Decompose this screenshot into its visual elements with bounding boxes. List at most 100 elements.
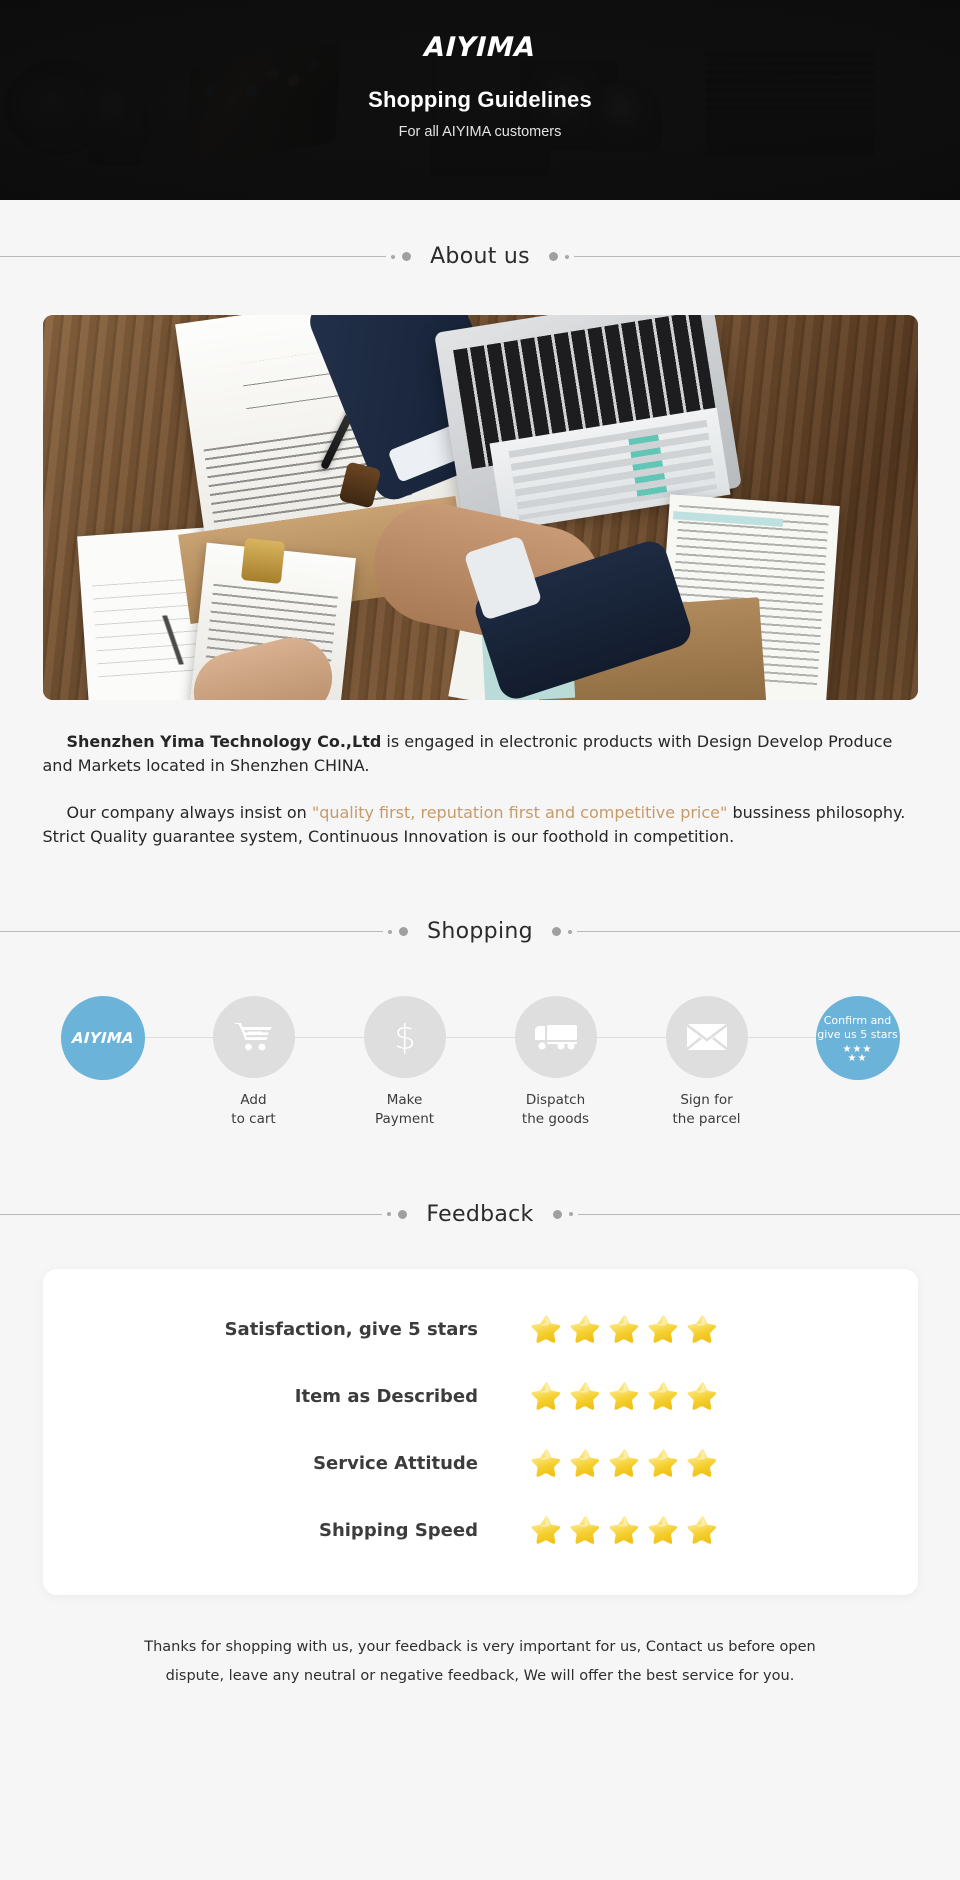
footer-line-1: Thanks for shopping with us, your feedba… xyxy=(144,1638,816,1655)
feedback-star-rating xyxy=(530,1313,760,1346)
star-icon xyxy=(648,1381,678,1410)
step-dispatch: Dispatch the goods xyxy=(496,996,616,1129)
hero-title: Shopping Guidelines xyxy=(368,87,592,112)
feedback-section-header: Feedback xyxy=(0,1202,960,1227)
hero-banner: AIYIMA Shopping Guidelines For all AIYIM… xyxy=(0,0,960,200)
divider-line-left xyxy=(0,931,384,933)
shopping-title: Shopping xyxy=(427,919,533,945)
step-cart-circle xyxy=(212,996,295,1079)
star-icon xyxy=(687,1381,717,1410)
star-icon xyxy=(531,1515,561,1544)
shopping-section-header: Shopping xyxy=(0,919,960,944)
star-icon xyxy=(570,1381,600,1410)
divider-dot-small-right xyxy=(564,254,569,259)
feedback-star-rating xyxy=(530,1514,760,1547)
philosophy-quote: "quality first, reputation first and com… xyxy=(311,802,728,822)
star-icon xyxy=(531,1314,561,1343)
delivery-truck-icon xyxy=(534,1025,577,1050)
five-stars-icon: ★★★ ★★ xyxy=(817,1044,898,1064)
gold-clip-icon xyxy=(240,538,285,584)
divider-dot-large-left xyxy=(398,1209,408,1219)
about-paragraph-1: Shenzhen Yima Technology Co.,Ltd is enga… xyxy=(43,730,918,779)
divider-dot-small-left xyxy=(387,1212,392,1217)
feedback-card: Satisfaction, give 5 stars Item as Descr… xyxy=(42,1268,918,1595)
divider-dot-large-left xyxy=(399,927,409,937)
dollar-sign-icon: $ xyxy=(394,1018,416,1058)
footer-note: Thanks for shopping with us, your feedba… xyxy=(43,1633,918,1727)
shopping-cart-icon xyxy=(234,1023,272,1051)
star-icon xyxy=(570,1448,600,1477)
confirm-line-2: give us 5 stars xyxy=(817,1027,898,1041)
star-icon xyxy=(570,1314,600,1343)
divider-line-right xyxy=(577,1213,960,1215)
star-icon xyxy=(609,1381,639,1410)
step-confirm-circle: Confirm and give us 5 stars ★★★ ★★ xyxy=(815,996,900,1081)
feedback-label: Service Attitude xyxy=(313,1452,478,1474)
step-cart-label: Add to cart xyxy=(231,1092,276,1128)
step-make-payment: $ Make Payment xyxy=(345,996,465,1129)
star-icon xyxy=(687,1448,717,1477)
about-hero-photo xyxy=(42,315,918,700)
star-icon xyxy=(531,1448,561,1477)
feedback-row: Shipping Speed xyxy=(43,1514,918,1547)
star-icon xyxy=(648,1448,678,1477)
star-icon xyxy=(687,1515,717,1544)
feedback-section: Feedback Satisfaction, give 5 stars Item… xyxy=(0,1130,960,1595)
step-payment-circle: $ xyxy=(363,996,446,1079)
feedback-label: Shipping Speed xyxy=(318,1519,478,1541)
about-title: About us xyxy=(430,244,530,269)
aiyima-logo-icon: AIYIMA xyxy=(71,1029,134,1048)
step-confirm-rating: Confirm and give us 5 stars ★★★ ★★ xyxy=(798,996,918,1081)
divider-dot-small-right xyxy=(568,1212,573,1217)
about-paragraph-2: Our company always insist on "quality fi… xyxy=(43,801,918,850)
feedback-title: Feedback xyxy=(426,1201,534,1227)
star-icon xyxy=(609,1448,639,1477)
hero-subtitle: For all AIYIMA customers xyxy=(398,124,562,140)
divider-dot-large-right xyxy=(548,252,558,261)
star-icon xyxy=(609,1314,639,1343)
feedback-row: Satisfaction, give 5 stars xyxy=(43,1313,918,1346)
confirm-line-1: Confirm and xyxy=(823,1013,892,1027)
step-sign-label: Sign for the parcel xyxy=(672,1092,741,1128)
star-icon xyxy=(648,1314,678,1343)
divider-dot-large-right xyxy=(552,1209,562,1219)
shopping-section: Shopping AIYIMA Add to cart $ Make Payme… xyxy=(0,849,960,1129)
shopping-steps: AIYIMA Add to cart $ Make Payment Dispat… xyxy=(43,996,918,1129)
step-dispatch-label: Dispatch the goods xyxy=(521,1092,590,1128)
svg-text:$: $ xyxy=(394,1018,416,1058)
star-icon xyxy=(609,1515,639,1544)
envelope-icon xyxy=(685,1024,728,1051)
feedback-label: Satisfaction, give 5 stars xyxy=(224,1318,478,1340)
feedback-star-rating xyxy=(530,1380,760,1413)
feedback-row: Item as Described xyxy=(43,1380,918,1413)
about-section: About us Shenzhen Yima Technology Co.,Lt… xyxy=(0,200,960,849)
footer-line-2: dispute, leave any neutral or negative f… xyxy=(165,1667,795,1684)
star-icon xyxy=(531,1381,561,1410)
star-icon xyxy=(687,1314,717,1343)
step-brand-circle: AIYIMA xyxy=(60,996,145,1081)
company-name: Shenzhen Yima Technology Co.,Ltd xyxy=(66,732,382,751)
feedback-star-rating xyxy=(530,1447,760,1480)
step-sign-circle xyxy=(665,996,748,1079)
divider-dot-large-left xyxy=(402,252,412,261)
divider-line-right xyxy=(573,256,960,257)
step-payment-label: Make Payment xyxy=(374,1092,435,1128)
step-brand: AIYIMA xyxy=(43,996,163,1081)
divider-dot-small-left xyxy=(388,929,393,934)
step-dispatch-circle xyxy=(514,996,597,1079)
divider-dot-large-right xyxy=(551,927,561,937)
star-icon xyxy=(648,1515,678,1544)
aiyima-logo: AIYIMA xyxy=(423,32,537,63)
feedback-label: Item as Described xyxy=(294,1385,478,1407)
divider-dot-small-right xyxy=(567,929,572,934)
divider-line-right xyxy=(576,931,960,933)
divider-dot-small-left xyxy=(391,254,396,259)
step-sign-parcel: Sign for the parcel xyxy=(647,996,767,1129)
stars-row-bottom: ★★ xyxy=(847,1052,868,1064)
divider-line-left xyxy=(0,256,387,257)
step-add-to-cart: Add to cart xyxy=(194,996,314,1129)
feedback-row: Service Attitude xyxy=(43,1447,918,1480)
divider-line-left xyxy=(0,1213,383,1215)
about-paragraph-2-lead: Our company always insist on xyxy=(66,802,312,822)
about-section-header: About us xyxy=(0,244,960,269)
